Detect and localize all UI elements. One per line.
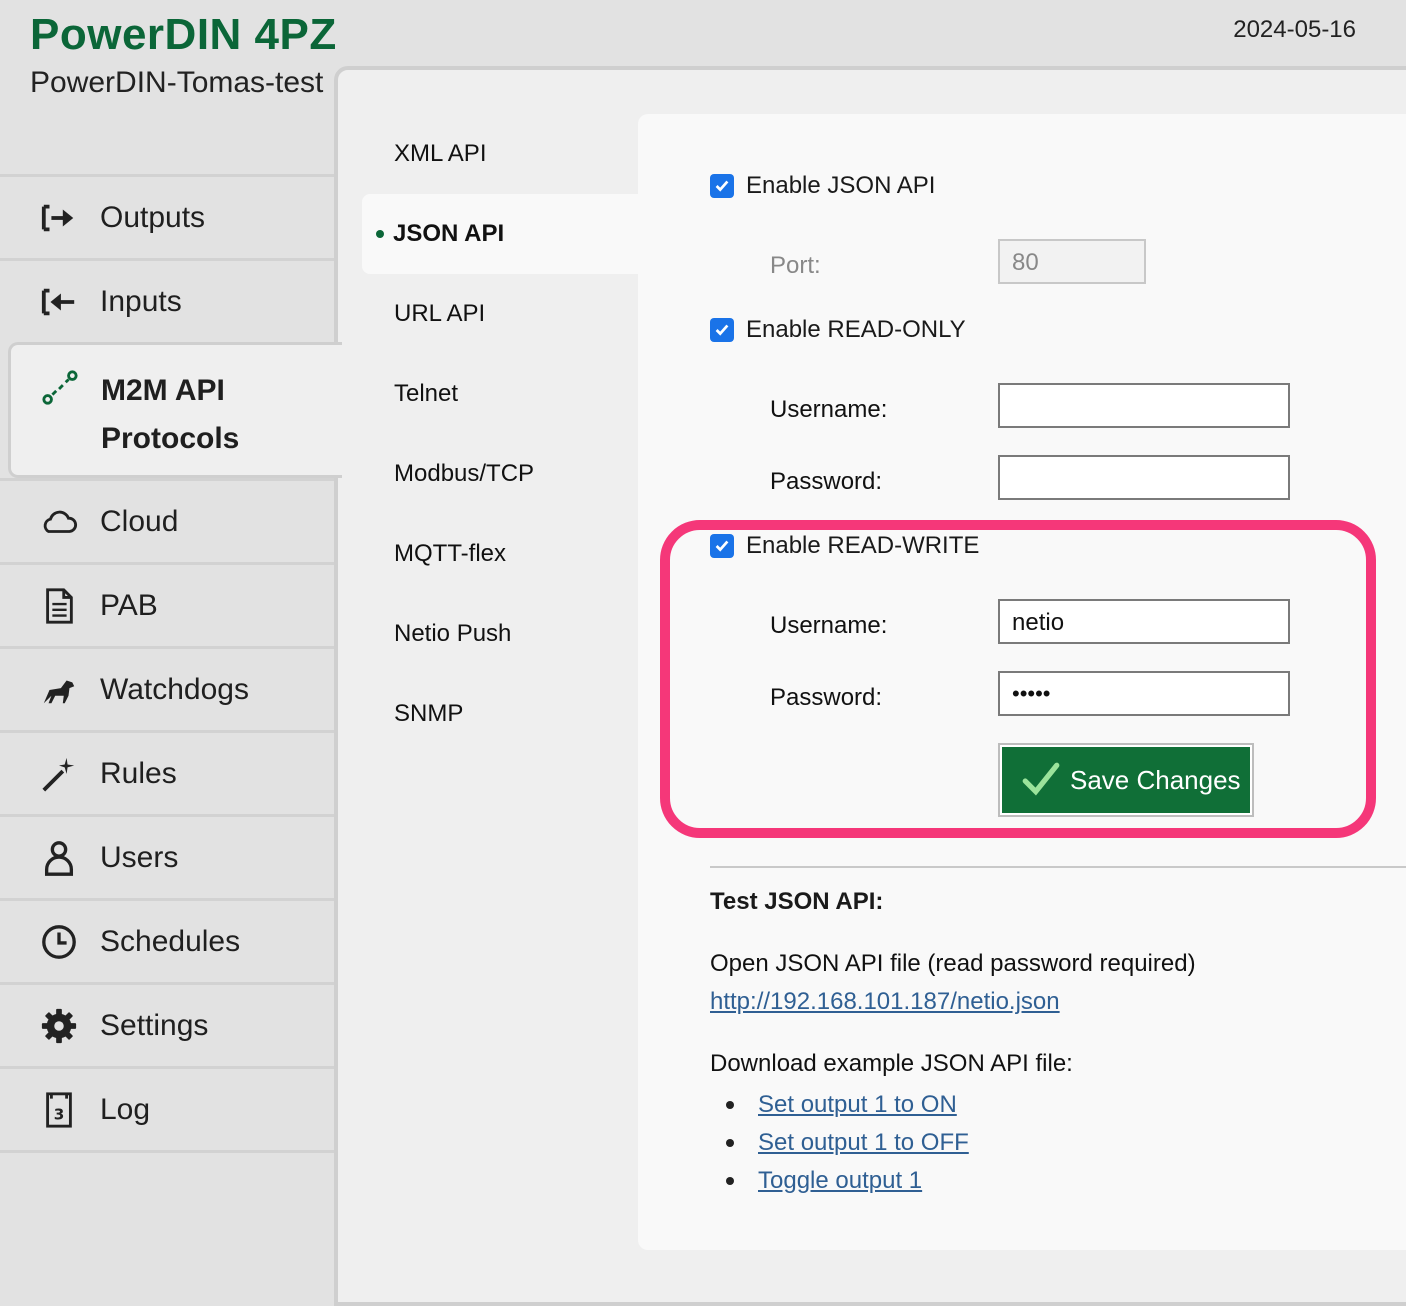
subnav-label: Telnet xyxy=(394,380,459,407)
sidebar-item-label: PAB xyxy=(100,588,158,622)
check-icon xyxy=(715,180,729,192)
example-link-output-on[interactable]: Set output 1 to ON xyxy=(758,1091,957,1119)
sidebar-item-schedules[interactable]: Schedules xyxy=(0,898,334,982)
list-item: Set output 1 to ON xyxy=(726,1086,969,1124)
save-changes-label: Save Changes xyxy=(1070,764,1241,795)
main-sidebar: Outputs Inputs M2M API Protocols Cloud PA… xyxy=(0,174,342,1153)
enable-read-only-row: Enable READ-ONLY xyxy=(710,316,966,344)
document-icon xyxy=(38,585,80,627)
inputs-icon xyxy=(38,281,80,323)
protocol-subnav: XML API JSON API URL API Telnet Modbus/T… xyxy=(362,114,638,754)
checkmark-icon xyxy=(1022,762,1060,796)
check-icon xyxy=(715,324,729,336)
sidebar-item-m2m-api-protocols[interactable]: M2M API Protocols xyxy=(8,342,342,478)
outputs-icon xyxy=(38,197,80,239)
sidebar-item-settings[interactable]: Settings xyxy=(0,982,334,1066)
sidebar-item-watchdogs[interactable]: Watchdogs xyxy=(0,646,334,730)
bullet-icon xyxy=(726,1139,734,1147)
log-icon: 3 xyxy=(38,1089,80,1131)
dog-icon xyxy=(38,669,80,711)
json-file-link[interactable]: http://192.168.101.187/netio.json xyxy=(710,988,1060,1015)
subnav-label: SNMP xyxy=(394,700,464,727)
check-icon xyxy=(715,540,729,552)
test-json-api-heading: Test JSON API: xyxy=(710,888,884,915)
gear-icon xyxy=(38,1005,80,1047)
sidebar-item-log[interactable]: 3 Log xyxy=(0,1066,334,1150)
subnav-label: Netio Push xyxy=(394,620,512,647)
active-dot-icon xyxy=(376,230,384,238)
subnav-label: JSON API xyxy=(393,220,505,247)
rw-username-label: Username: xyxy=(770,612,888,639)
subnav-item-mqtt-flex[interactable]: MQTT-flex xyxy=(362,514,638,594)
subnav-item-modbus-tcp[interactable]: Modbus/TCP xyxy=(362,434,638,514)
sidebar-item-label: Schedules xyxy=(100,924,241,958)
list-item: Toggle output 1 xyxy=(726,1162,969,1200)
list-item: Set output 1 to OFF xyxy=(726,1124,969,1162)
sidebar-item-label: Watchdogs xyxy=(100,672,249,706)
subnav-item-telnet[interactable]: Telnet xyxy=(362,354,638,434)
sidebar-item-label: Outputs xyxy=(100,200,206,234)
port-input[interactable]: 80 xyxy=(998,239,1146,284)
sidebar-item-cloud[interactable]: Cloud xyxy=(0,478,334,562)
current-date: 2024-05-16 xyxy=(1233,16,1356,43)
enable-read-write-checkbox[interactable] xyxy=(710,534,734,558)
sidebar-item-label: Rules xyxy=(100,756,177,790)
subnav-item-netio-push[interactable]: Netio Push xyxy=(362,594,638,674)
subnav-item-url-api[interactable]: URL API xyxy=(362,274,638,354)
m2m-api-icon xyxy=(39,367,81,409)
example-link-output-off[interactable]: Set output 1 to OFF xyxy=(758,1129,969,1157)
port-label: Port: xyxy=(770,252,821,279)
sidebar-item-label: Log xyxy=(100,1092,151,1126)
bullet-icon xyxy=(726,1101,734,1109)
user-icon xyxy=(38,837,80,879)
ro-username-label: Username: xyxy=(770,396,888,423)
sidebar-item-inputs[interactable]: Inputs xyxy=(0,258,334,342)
sidebar-item-label: Inputs xyxy=(100,284,182,318)
sidebar-item-users[interactable]: Users xyxy=(0,814,334,898)
sidebar-item-rules[interactable]: Rules xyxy=(0,730,334,814)
subnav-label: MQTT-flex xyxy=(394,540,506,567)
rw-username-input[interactable]: netio xyxy=(998,599,1290,644)
save-changes-button[interactable]: Save Changes xyxy=(998,743,1254,817)
example-links-list: Set output 1 to ON Set output 1 to OFF T… xyxy=(726,1086,969,1200)
subnav-label: Modbus/TCP xyxy=(394,460,535,487)
sidebar-item-label-line2: Protocols xyxy=(101,422,240,455)
sidebar-item-label: Users xyxy=(100,840,179,874)
subnav-item-xml-api[interactable]: XML API xyxy=(362,114,638,194)
ro-username-input[interactable] xyxy=(998,383,1290,428)
subnav-label: XML API xyxy=(394,140,487,167)
sidebar-item-label: Cloud xyxy=(100,504,179,538)
enable-json-api-row: Enable JSON API xyxy=(710,172,935,200)
sidebar-item-label: Settings xyxy=(100,1008,209,1042)
enable-read-write-row: Enable READ-WRITE xyxy=(710,532,979,560)
app-title: PowerDIN 4PZ xyxy=(30,10,337,59)
sidebar-item-pab[interactable]: PAB xyxy=(0,562,334,646)
download-example-text: Download example JSON API file: xyxy=(710,1050,1073,1077)
bullet-icon xyxy=(726,1177,734,1185)
subnav-label: URL API xyxy=(394,300,486,327)
device-name: PowerDIN-Tomas-test xyxy=(30,66,324,99)
magic-wand-icon xyxy=(38,753,80,795)
enable-read-only-checkbox[interactable] xyxy=(710,318,734,342)
subnav-item-snmp[interactable]: SNMP xyxy=(362,674,638,754)
ro-password-label: Password: xyxy=(770,468,883,495)
sidebar-item-outputs[interactable]: Outputs xyxy=(0,174,334,258)
svg-text:3: 3 xyxy=(54,1105,65,1123)
cloud-icon xyxy=(38,501,80,543)
open-json-text: Open JSON API file (read password requir… xyxy=(710,950,1196,977)
subnav-item-json-api[interactable]: JSON API xyxy=(362,194,638,274)
sidebar-item-label: M2M API xyxy=(101,374,225,407)
rw-password-label: Password: xyxy=(770,684,883,711)
example-link-toggle-output[interactable]: Toggle output 1 xyxy=(758,1167,922,1195)
enable-read-only-label: Enable READ-ONLY xyxy=(746,316,966,343)
rw-password-input[interactable] xyxy=(998,671,1290,716)
enable-json-api-label: Enable JSON API xyxy=(746,172,936,199)
enable-json-api-checkbox[interactable] xyxy=(710,174,734,198)
enable-read-write-label: Enable READ-WRITE xyxy=(746,532,980,559)
clock-icon xyxy=(38,921,80,963)
ro-password-input[interactable] xyxy=(998,455,1290,500)
section-divider xyxy=(710,866,1406,868)
